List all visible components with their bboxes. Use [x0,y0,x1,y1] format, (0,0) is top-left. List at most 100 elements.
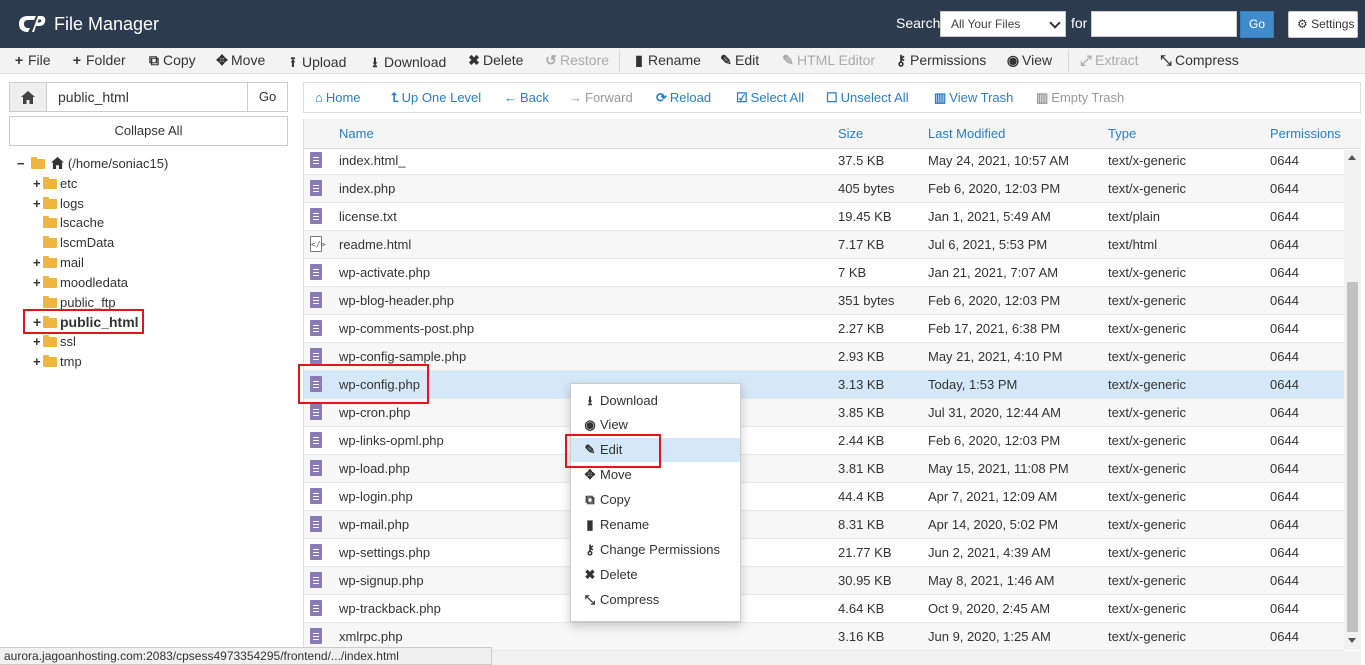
tree-item-ssl[interactable]: + ssl [33,334,76,349]
file-name: wp-settings.php [339,545,431,560]
path-go-button[interactable]: Go [247,82,288,112]
text-file-icon [310,544,322,560]
toolbar-upload-button[interactable]: ⭱ Upload [286,52,347,76]
tree-item-logs[interactable]: + logs [33,196,84,211]
search-go-button[interactable]: Go [1240,11,1274,38]
scrollbar-thumb[interactable] [1347,282,1358,632]
tree-item-mail[interactable]: + mail [33,255,84,270]
nav-back-button[interactable]: ← Back [504,90,549,105]
settings-button[interactable]: ⚙ Settings [1288,11,1358,38]
file-name: wp-login.php [339,489,413,504]
collapse-all-button[interactable]: Collapse All [9,116,288,146]
toolbar-extract-button[interactable]: ⤢ Extract [1079,52,1138,69]
file-permissions: 0644 [1270,293,1299,308]
text-file-icon [310,460,322,476]
table-row[interactable]: wp-blog-header.php 351 bytes Feb 6, 2020, … [304,287,1344,315]
table-row[interactable]: wp-settings.php 21.77 KB Jun 2, 2021, 4:39… [304,539,1344,567]
tree-item-lscache[interactable]: lscache [33,215,104,230]
html-editor-icon: ✎ [782,52,794,68]
nav-select-all-button[interactable]: ☑ Select All [736,90,804,106]
file-type: text/x-generic [1108,545,1187,560]
tree-item-tmp[interactable]: + tmp [33,354,82,369]
nav-up-one-level-button[interactable]: ⮤ Up One Level [391,90,481,106]
tree-toggle[interactable]: + [33,255,43,270]
file-modified: Feb 6, 2020, 12:03 PM [928,181,1061,196]
file-type: text/x-generic [1108,321,1187,336]
toolbar-move-button[interactable]: ✥ Move [215,52,265,69]
table-row[interactable]: wp-load.php 3.81 KB May 15, 2021, 11:08 PM… [304,455,1344,483]
toolbar-download-button[interactable]: ⭳ Download [368,52,447,76]
nav-home-button[interactable]: ⌂ Home [315,90,361,105]
toolbar-delete-button[interactable]: ✖ Delete [467,52,523,69]
toolbar-compress-button[interactable]: ⤡ Compress [1159,52,1238,69]
col-header-permissions[interactable]: Permissions [1270,126,1341,141]
table-row[interactable]: wp-config-sample.php 2.93 KB May 21, 2021,… [304,343,1344,371]
context-menu-item-compress[interactable]: ⤡ Compress [571,588,740,612]
move-icon: ✥ [584,467,596,482]
table-row[interactable]: wp-mail.php 8.31 KB Apr 14, 2020, 5:02 PM t… [304,511,1344,539]
nav-view-trash-button[interactable]: ▥ View Trash [934,90,1013,106]
table-row[interactable]: wp-cron.php 3.85 KB Jul 31, 2020, 12:44 AM… [304,399,1344,427]
toolbar-folder-button[interactable]: + Folder [70,52,126,68]
context-menu-item-delete[interactable]: ✖ Delete [571,563,740,587]
col-header-type[interactable]: Type [1108,126,1136,141]
col-header-name[interactable]: Name [339,126,374,141]
table-row[interactable]: wp-comments-post.php 2.27 KB Feb 17, 2021,… [304,315,1344,343]
toolbar-restore-button[interactable]: ↺ Restore [544,52,609,69]
tree-item-label: lscache [60,215,105,230]
file-type: text/x-generic [1108,405,1187,420]
table-row[interactable]: index.html_ 37.5 KB May 24, 2021, 10:57 AM… [304,147,1344,175]
table-row[interactable]: wp-config.php 3.13 KB Today, 1:53 PM text/x… [304,371,1344,399]
nav-empty-trash-button[interactable]: ▥ Empty Trash [1036,90,1124,106]
path-home-button[interactable] [9,82,47,112]
tree-toggle[interactable]: + [33,176,43,191]
path-input[interactable]: public_html [46,82,249,112]
toolbar-html-editor-button[interactable]: ✎ HTML Editor [781,52,875,69]
search-input[interactable] [1091,11,1237,37]
nav-forward-button[interactable]: → Forward [569,90,633,105]
context-menu-item-rename[interactable]: ▮ Rename [571,513,740,537]
file-name: wp-comments-post.php [339,321,475,336]
tree-toggle[interactable]: + [33,334,43,349]
tree-toggle[interactable]: + [33,196,43,211]
nav-reload-button[interactable]: ⟳ Reload [656,90,711,106]
table-row[interactable]: wp-login.php 44.4 KB Apr 7, 2021, 12:09 AM… [304,483,1344,511]
tree-toggle[interactable]: − [17,156,27,171]
table-row[interactable]: </> readme.html 7.17 KB Jul 6, 2021, 5:53 P… [304,231,1344,259]
tree-item-lscmdata[interactable]: lscmData [33,235,114,250]
table-row[interactable]: wp-links-opml.php 2.44 KB Feb 6, 2020, 12:… [304,427,1344,455]
toolbar-edit-button[interactable]: ✎ Edit [719,52,759,69]
table-row[interactable]: wp-trackback.php 4.64 KB Oct 9, 2020, 2:45… [304,595,1344,623]
tree-item-home[interactable]: − (/home/soniac15) [17,156,168,171]
table-row[interactable]: license.txt 19.45 KB Jan 1, 2021, 5:49 AM t… [304,203,1344,231]
tree-item-moodledata[interactable]: + moodledata [33,275,128,290]
gear-icon: ⚙ [1297,17,1308,31]
nav-unselect-all-button[interactable]: ☐ Unselect All [826,90,909,106]
copy-icon: ⧉ [149,52,159,68]
table-row[interactable]: wp-activate.php 7 KB Jan 21, 2021, 7:07 AM… [304,259,1344,287]
tree-item-etc[interactable]: + etc [33,176,77,191]
toolbar-file-button[interactable]: + File [12,52,51,68]
col-header-last-modified[interactable]: Last Modified [928,126,1005,141]
cpanel-logo-icon[interactable] [16,12,48,36]
level-up-icon: ⮤ [391,90,399,105]
toolbar-view-button[interactable]: ◉ View [1006,52,1052,69]
col-header-size[interactable]: Size [838,126,863,141]
toolbar-rename-button[interactable]: ▮ Rename [632,52,701,69]
scroll-up-arrow-icon[interactable] [1348,155,1356,160]
scroll-down-arrow-icon[interactable] [1348,638,1356,643]
delete-icon: ✖ [584,567,596,582]
table-row[interactable]: wp-signup.php 30.95 KB May 8, 2021, 1:46 A… [304,567,1344,595]
context-menu-item-change-permissions[interactable]: ⚷ Change Permissions [571,538,740,562]
file-permissions: 0644 [1270,349,1299,364]
context-menu-item-copy[interactable]: ⧉ Copy [571,488,740,512]
toolbar-permissions-button[interactable]: ⚷ Permissions [894,52,986,69]
table-row[interactable]: index.php 405 bytes Feb 6, 2020, 12:03 PM t… [304,175,1344,203]
tree-item-public-ftp[interactable]: public_ftp [33,295,116,310]
tree-toggle[interactable]: + [33,275,43,290]
toolbar-copy-button[interactable]: ⧉ Copy [147,52,196,69]
tree-toggle[interactable]: + [33,354,43,369]
search-scope-select[interactable]: All Your Files [940,11,1066,37]
text-file-icon [310,572,322,588]
context-menu-item-download[interactable]: ⭳ Download [571,388,740,412]
